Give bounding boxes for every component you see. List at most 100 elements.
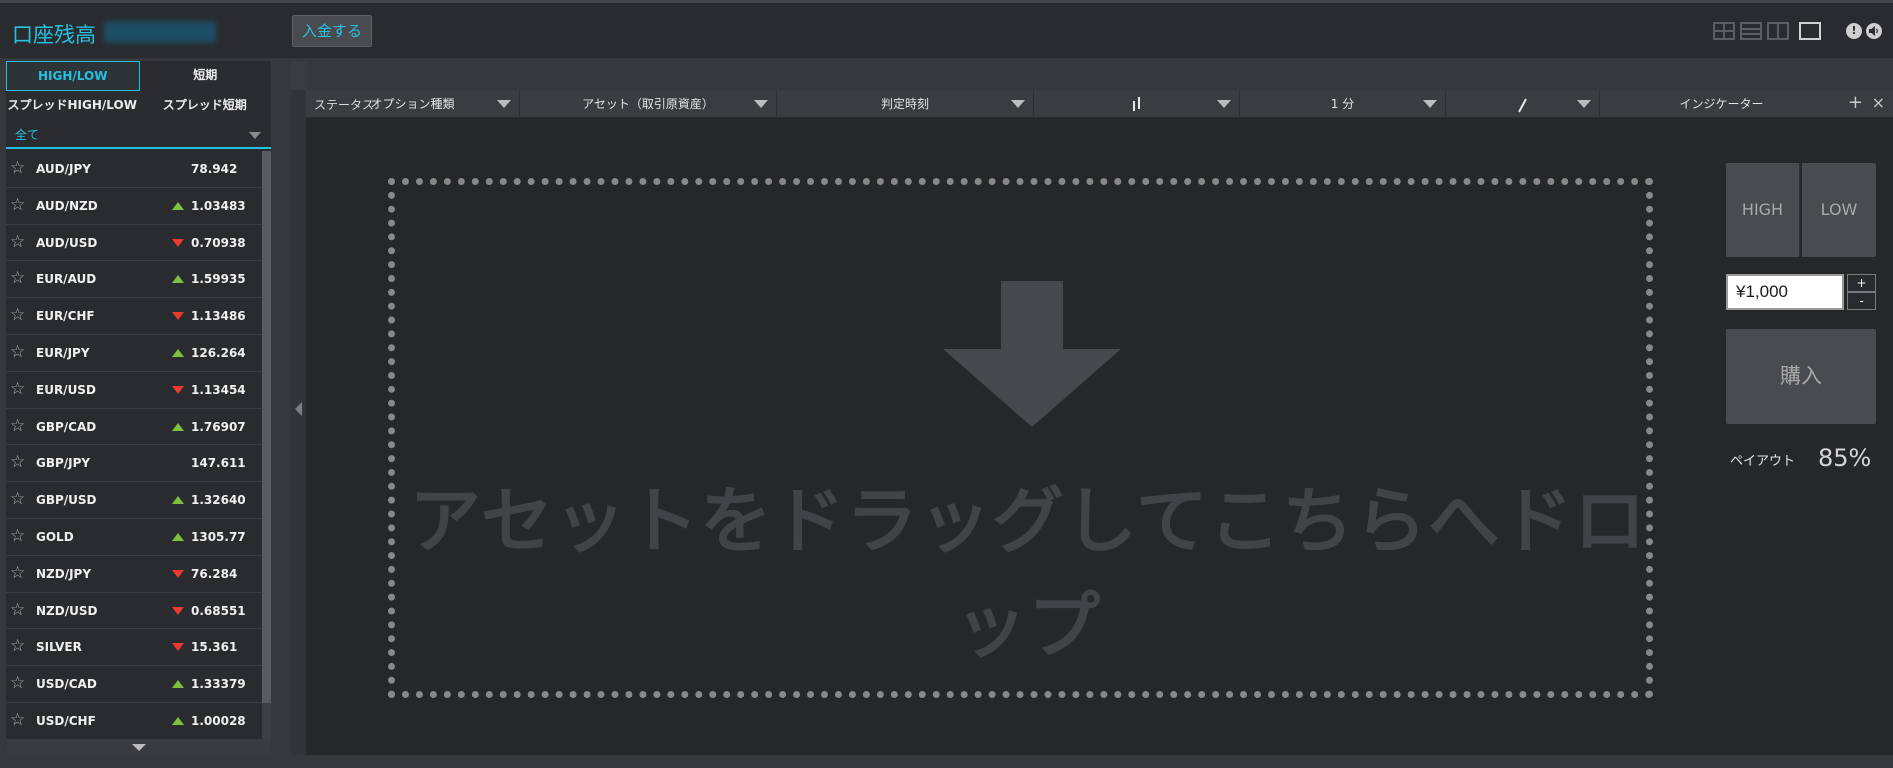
bottom-border [0,755,1893,768]
asset-name: GBP/JPY [36,456,91,471]
low-button[interactable]: LOW [1802,163,1876,257]
speaker-icon[interactable] [1866,23,1882,39]
trend-down-icon [172,569,184,578]
asset-row[interactable]: ☆ GBP/CAD 1.76907 [6,409,262,446]
scroll-thumb[interactable] [262,151,271,703]
star-icon[interactable]: ☆ [10,380,25,398]
top-bar: 口座残高 入金する ! [0,0,1893,58]
chart-type-dropdown[interactable] [1034,90,1240,118]
asset-price: 76.284 [191,566,238,581]
asset-name: AUD/NZD [36,198,98,213]
star-icon[interactable]: ☆ [10,711,25,729]
asset-name: GBP/CAD [36,419,97,434]
star-icon[interactable]: ☆ [10,159,25,177]
asset-price: 1.03483 [191,198,246,213]
chevron-down-icon [249,132,261,139]
asset-row[interactable]: ☆ AUD/JPY 78.942 [6,151,262,188]
asset-name: GOLD [36,529,74,544]
scroll-down-icon[interactable] [132,744,146,751]
asset-row[interactable]: ☆ NZD/JPY 76.284 [6,556,262,593]
deposit-button[interactable]: 入金する [292,15,372,47]
asset-row[interactable]: ☆ EUR/JPY 126.264 [6,335,262,372]
high-button[interactable]: HIGH [1726,163,1800,257]
tab-spread-short-term[interactable]: スプレッド短期 [139,91,272,121]
asset-price: 1.13454 [191,382,246,397]
layout-rows-icon[interactable] [1740,22,1762,40]
asset-row[interactable]: ☆ USD/CHF 1.00028 [6,703,262,740]
sidebar-collapse-handle[interactable] [291,90,306,755]
add-panel-button[interactable]: + [1848,92,1863,114]
star-icon[interactable]: ☆ [10,637,25,655]
star-icon[interactable]: ☆ [10,306,25,324]
star-icon[interactable]: ☆ [10,674,25,692]
star-icon[interactable]: ☆ [10,343,25,361]
layout-columns-icon[interactable] [1767,22,1789,40]
amount-decrease-button[interactable]: - [1847,292,1876,310]
asset-name: NZD/JPY [36,566,92,581]
asset-row[interactable]: ☆ GBP/JPY 147.611 [6,445,262,483]
judge-time-dropdown[interactable]: 判定時刻 [777,90,1034,118]
alert-icon[interactable]: ! [1846,23,1862,39]
asset-list-scrollbar[interactable] [262,151,271,740]
trend-down-icon [172,643,184,652]
trend-down-icon [172,606,184,615]
star-icon[interactable]: ☆ [10,453,25,471]
asset-row[interactable]: ☆ NZD/USD 0.68551 [6,593,262,630]
asset-row[interactable]: ☆ USD/CAD 1.33379 [6,666,262,703]
chevron-left-icon[interactable] [295,402,302,416]
star-icon[interactable]: ☆ [10,527,25,545]
chevron-down-icon [1011,100,1025,108]
asset-price: 1.33379 [191,677,246,692]
asset-label: アセット（取引原資産） [582,97,714,111]
asset-sidebar: HIGH/LOW 短期 スプレッドHIGH/LOW スプレッド短期 全て ☆ AU… [6,61,271,755]
option-tabs: HIGH/LOW 短期 [6,61,271,91]
category-select[interactable]: 全て [6,123,271,149]
asset-name: EUR/JPY [36,345,90,360]
asset-price: 1.59935 [191,272,246,287]
trend-up-icon [172,532,184,541]
chevron-down-icon [1217,100,1231,108]
asset-dropdown[interactable]: アセット（取引原資産） [520,90,777,118]
chevron-down-icon [754,100,768,108]
asset-row[interactable]: ☆ EUR/CHF 1.13486 [6,298,262,335]
trend-down-icon [172,238,184,247]
layout-single-icon[interactable] [1799,22,1821,40]
star-icon[interactable]: ☆ [10,196,25,214]
amount-input[interactable]: ¥1,000 [1726,274,1844,310]
close-panel-button[interactable]: × [1872,92,1885,114]
candlestick-icon [1130,96,1144,113]
asset-row[interactable]: ☆ EUR/AUD 1.59935 [6,261,262,299]
tab-spread-highlow[interactable]: スプレッドHIGH/LOW [6,91,139,121]
star-icon[interactable]: ☆ [10,233,25,251]
asset-list-footer[interactable] [6,740,271,755]
chevron-down-icon [497,100,511,108]
trend-down-icon [172,385,184,394]
indicator-label: インジケーター [1679,97,1764,111]
asset-row[interactable]: ☆ SILVER 15.361 [6,629,262,667]
asset-row[interactable]: ☆ GOLD 1305.77 [6,519,262,556]
asset-row[interactable]: ☆ GBP/USD 1.32640 [6,482,262,519]
layout-grid-icon[interactable] [1713,22,1735,40]
trend-up-icon [172,496,184,505]
tab-short-term[interactable]: 短期 [140,61,272,91]
tab-highlow[interactable]: HIGH/LOW [6,61,140,91]
star-icon[interactable]: ☆ [10,490,25,508]
asset-name: AUD/JPY [36,162,91,176]
asset-row[interactable]: ☆ EUR/USD 1.13454 [6,372,262,409]
asset-row[interactable]: ☆ AUD/NZD 1.03483 [6,188,262,225]
asset-list: ☆ AUD/JPY 78.942 ☆ AUD/NZD 1.03483 ☆ AUD/USD 0.7… [6,151,262,740]
amount-increase-button[interactable]: + [1847,274,1876,292]
buy-button[interactable]: 購入 [1726,329,1876,424]
asset-row[interactable]: ☆ AUD/USD 0.70938 [6,225,262,262]
indicator-menu[interactable]: インジケーター [1600,90,1843,118]
star-icon[interactable]: ☆ [10,564,25,582]
star-icon[interactable]: ☆ [10,269,25,287]
star-icon[interactable]: ☆ [10,417,25,435]
draw-tool-dropdown[interactable] [1446,90,1600,118]
interval-dropdown[interactable]: 1 分 [1240,90,1446,118]
drop-arrow-head-icon [943,349,1121,427]
interval-label: 1 分 [1330,97,1355,111]
asset-price: 1.13486 [191,309,246,324]
asset-name: USD/CAD [36,677,97,692]
star-icon[interactable]: ☆ [10,601,25,619]
